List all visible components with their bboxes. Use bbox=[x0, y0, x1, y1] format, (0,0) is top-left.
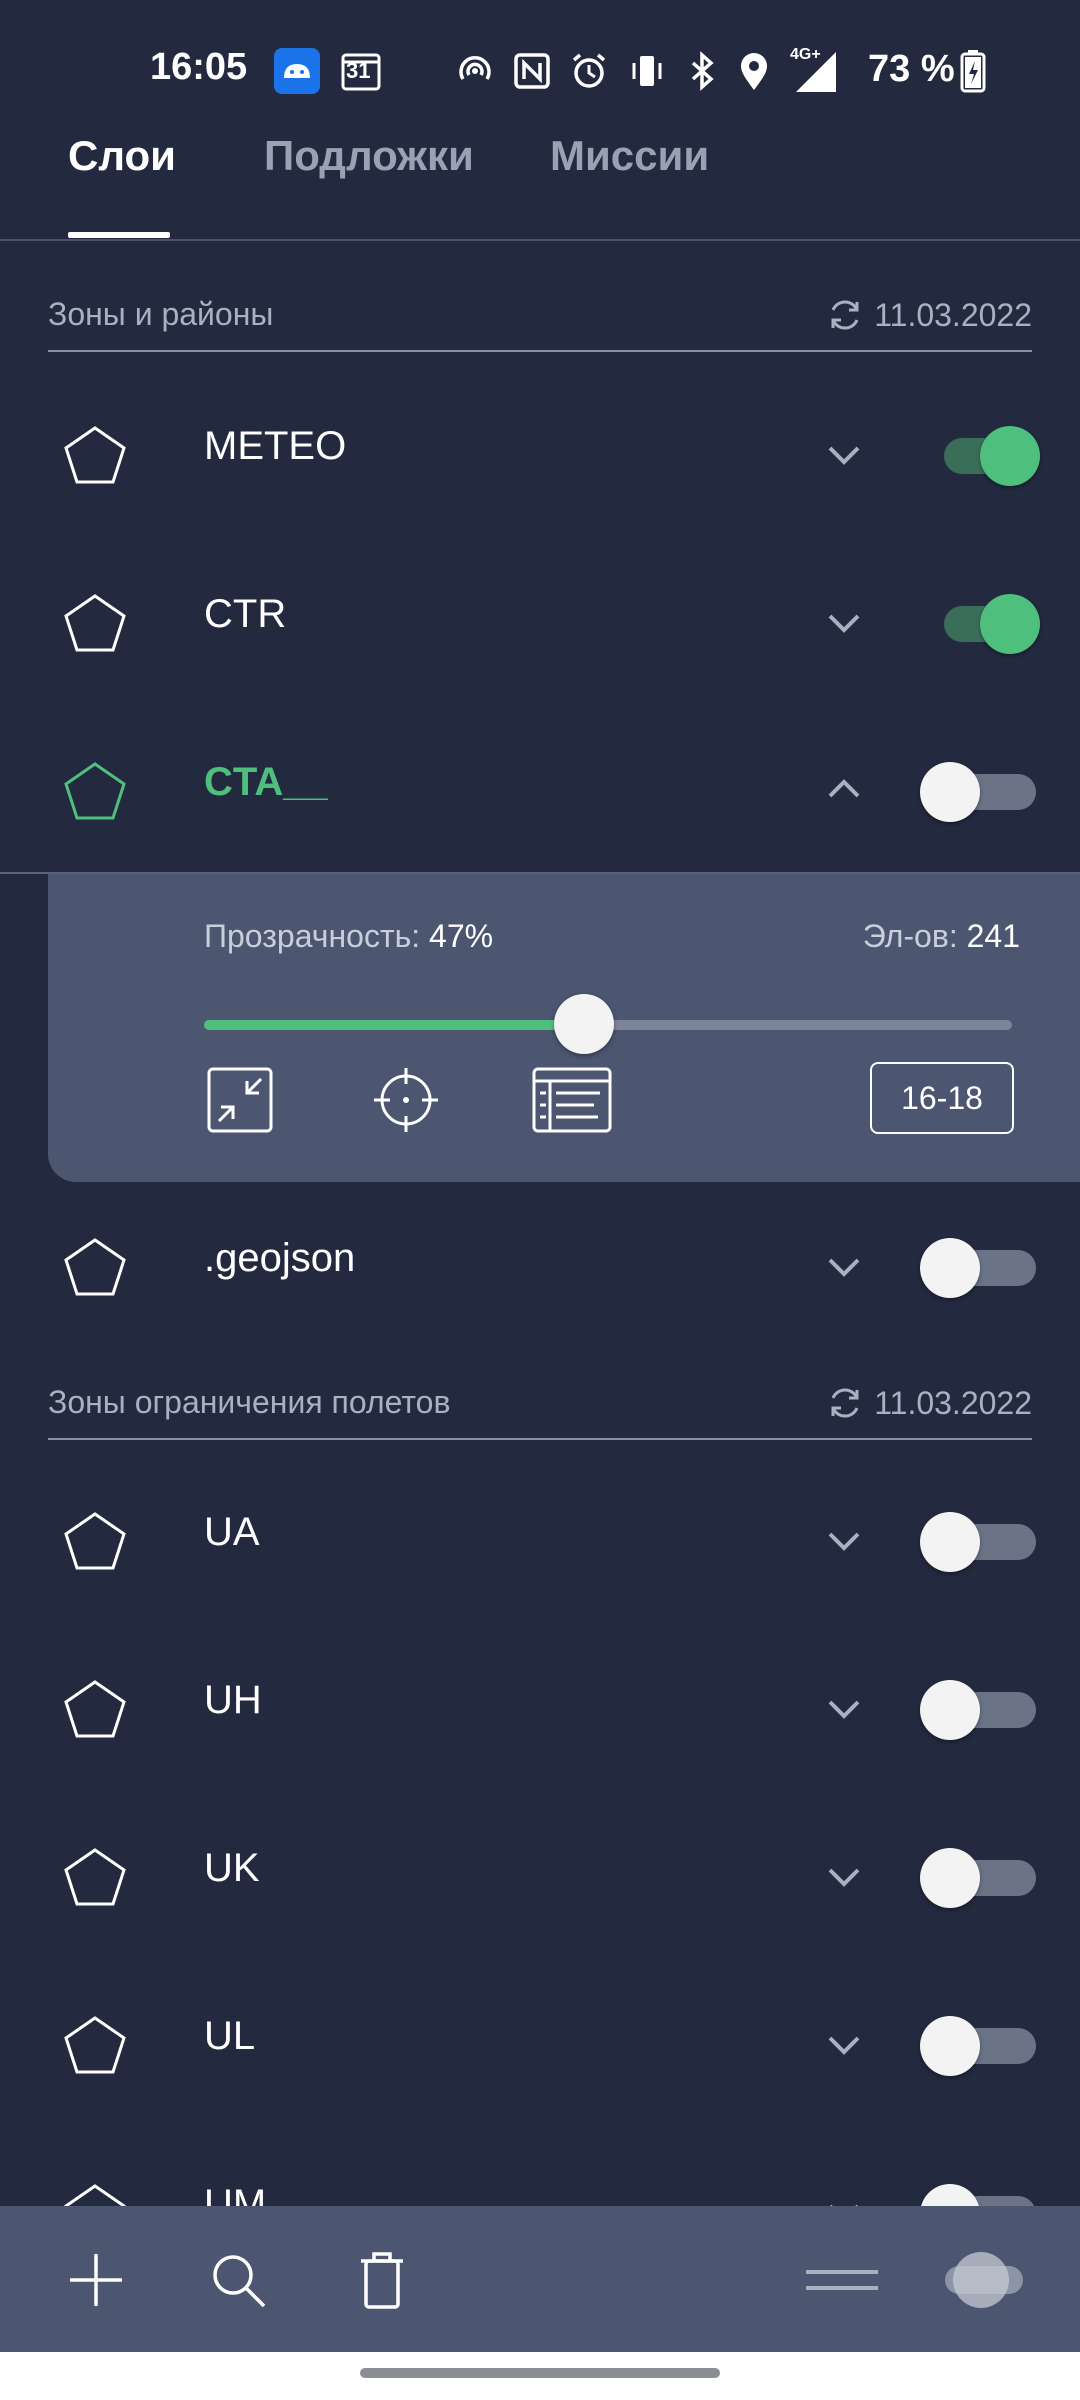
section-refresh[interactable]: 11.03.2022 bbox=[826, 1384, 1032, 1422]
layer-name: UH bbox=[204, 1678, 262, 1722]
layer-toggle[interactable] bbox=[920, 2014, 1044, 2078]
polygon-icon bbox=[64, 426, 126, 484]
layer-row-ul[interactable]: UL bbox=[0, 1960, 1080, 2128]
layer-toggle[interactable] bbox=[920, 592, 1044, 656]
delete-button[interactable] bbox=[340, 2238, 424, 2322]
slider-thumb[interactable] bbox=[554, 994, 614, 1054]
layer-name: UK bbox=[204, 1846, 260, 1890]
section-header-restricted: Зоны ограничения полетов 11.03.2022 bbox=[48, 1370, 1032, 1440]
layer-toggle[interactable] bbox=[920, 1678, 1044, 1742]
bottom-toolbar bbox=[0, 2206, 1080, 2352]
polygon-icon bbox=[64, 1512, 126, 1570]
drag-handle-icon bbox=[806, 2270, 878, 2290]
tabs-divider bbox=[0, 239, 1080, 241]
chevron-down-icon[interactable] bbox=[822, 1686, 866, 1730]
chevron-down-icon[interactable] bbox=[822, 2022, 866, 2066]
android-app-icon bbox=[274, 48, 320, 94]
section-header-zones: Зоны и районы 11.03.2022 bbox=[48, 282, 1032, 352]
layer-row-uh[interactable]: UH bbox=[0, 1624, 1080, 1792]
bluetooth-icon bbox=[682, 48, 722, 94]
crosshair-icon bbox=[374, 1068, 438, 1132]
section-title: Зоны ограничения полетов bbox=[48, 1384, 451, 1420]
reorder-button[interactable] bbox=[800, 2238, 884, 2322]
layer-settings-panel: Прозрачность: 47% Эл-ов: 241 16-18 bbox=[48, 874, 1080, 1182]
home-indicator[interactable] bbox=[360, 2368, 720, 2378]
tab-bar: Слои Подложки Миссии bbox=[0, 130, 1080, 240]
section-date: 11.03.2022 bbox=[874, 296, 1032, 333]
layer-name: UL bbox=[204, 2014, 256, 2058]
layer-name: CTA__ bbox=[204, 760, 328, 804]
tab-missions[interactable]: Миссии bbox=[550, 130, 709, 242]
elements-count: Эл-ов: 241 bbox=[862, 918, 1020, 954]
tab-layers[interactable]: Слои bbox=[68, 130, 176, 242]
toggle-icon bbox=[945, 2252, 1023, 2308]
battery-charging-icon bbox=[958, 48, 988, 94]
polygon-icon bbox=[64, 1680, 126, 1738]
location-icon bbox=[734, 48, 774, 94]
polygon-icon bbox=[64, 762, 126, 820]
calendar-day: 31 bbox=[346, 58, 371, 83]
layer-row-uk[interactable]: UK bbox=[0, 1792, 1080, 1960]
battery-level: 73 % bbox=[868, 48, 955, 90]
layer-name: .geojson bbox=[204, 1236, 356, 1280]
layer-toggle[interactable] bbox=[920, 760, 1044, 824]
polygon-icon bbox=[64, 1238, 126, 1296]
layer-toggle[interactable] bbox=[920, 424, 1044, 488]
layer-name: UA bbox=[204, 1510, 260, 1554]
chevron-up-icon[interactable] bbox=[822, 768, 866, 812]
polygon-icon bbox=[64, 594, 126, 652]
search-button[interactable] bbox=[196, 2238, 280, 2322]
polygon-icon bbox=[64, 2016, 126, 2074]
status-bar: 16:05 31 4G+ 73 % bbox=[0, 0, 1080, 140]
layer-toggle[interactable] bbox=[920, 1236, 1044, 1300]
locate-button[interactable] bbox=[366, 1060, 446, 1140]
add-layer-button[interactable] bbox=[54, 2238, 138, 2322]
section-divider bbox=[48, 350, 1032, 352]
chevron-down-icon[interactable] bbox=[822, 1244, 866, 1288]
layer-row-meteo[interactable]: METEO bbox=[0, 370, 1080, 538]
attribute-table-button[interactable] bbox=[532, 1060, 612, 1140]
plus-icon bbox=[70, 2254, 122, 2306]
hotspot-icon bbox=[452, 48, 498, 94]
nfc-icon bbox=[510, 48, 554, 94]
opacity-value: 47% bbox=[429, 918, 494, 954]
chevron-down-icon[interactable] bbox=[822, 600, 866, 644]
layer-name: METEO bbox=[204, 424, 347, 468]
elements-value: 241 bbox=[966, 918, 1020, 954]
zoom-range-button[interactable]: 16-18 bbox=[870, 1062, 1014, 1134]
collapse-icon bbox=[207, 1067, 273, 1133]
layer-row-ctr[interactable]: CTR bbox=[0, 538, 1080, 706]
toggle-all-button[interactable] bbox=[934, 2238, 1034, 2322]
trash-icon bbox=[361, 2252, 403, 2309]
chevron-down-icon[interactable] bbox=[822, 1854, 866, 1898]
vibrate-icon bbox=[624, 48, 670, 94]
layer-toggle[interactable] bbox=[920, 1846, 1044, 1910]
tab-basemaps[interactable]: Подложки bbox=[264, 130, 474, 242]
active-tab-indicator bbox=[68, 232, 170, 238]
section-date: 11.03.2022 bbox=[874, 1384, 1032, 1421]
search-icon bbox=[213, 2255, 266, 2308]
status-time: 16:05 bbox=[150, 46, 248, 88]
refresh-icon bbox=[831, 1388, 859, 1418]
layer-name: CTR bbox=[204, 592, 287, 636]
list-icon bbox=[532, 1067, 612, 1133]
zoom-to-extent-button[interactable] bbox=[200, 1060, 280, 1140]
section-divider bbox=[48, 1438, 1032, 1440]
layer-row-geojson[interactable]: .geojson bbox=[0, 1182, 1080, 1350]
refresh-icon bbox=[831, 300, 859, 330]
signal-icon bbox=[790, 48, 840, 94]
chevron-down-icon[interactable] bbox=[822, 1518, 866, 1562]
section-title: Зоны и районы bbox=[48, 296, 274, 332]
layer-toggle[interactable] bbox=[920, 1510, 1044, 1574]
section-refresh[interactable]: 11.03.2022 bbox=[826, 296, 1032, 334]
polygon-icon bbox=[64, 1848, 126, 1906]
layer-row-ua[interactable]: UA bbox=[0, 1456, 1080, 1624]
opacity-slider[interactable] bbox=[204, 994, 1012, 1054]
chevron-down-icon[interactable] bbox=[822, 432, 866, 476]
opacity-label: Прозрачность: 47% bbox=[204, 918, 494, 954]
layer-row-cta[interactable]: CTA__ bbox=[0, 706, 1080, 874]
alarm-icon bbox=[566, 48, 612, 94]
